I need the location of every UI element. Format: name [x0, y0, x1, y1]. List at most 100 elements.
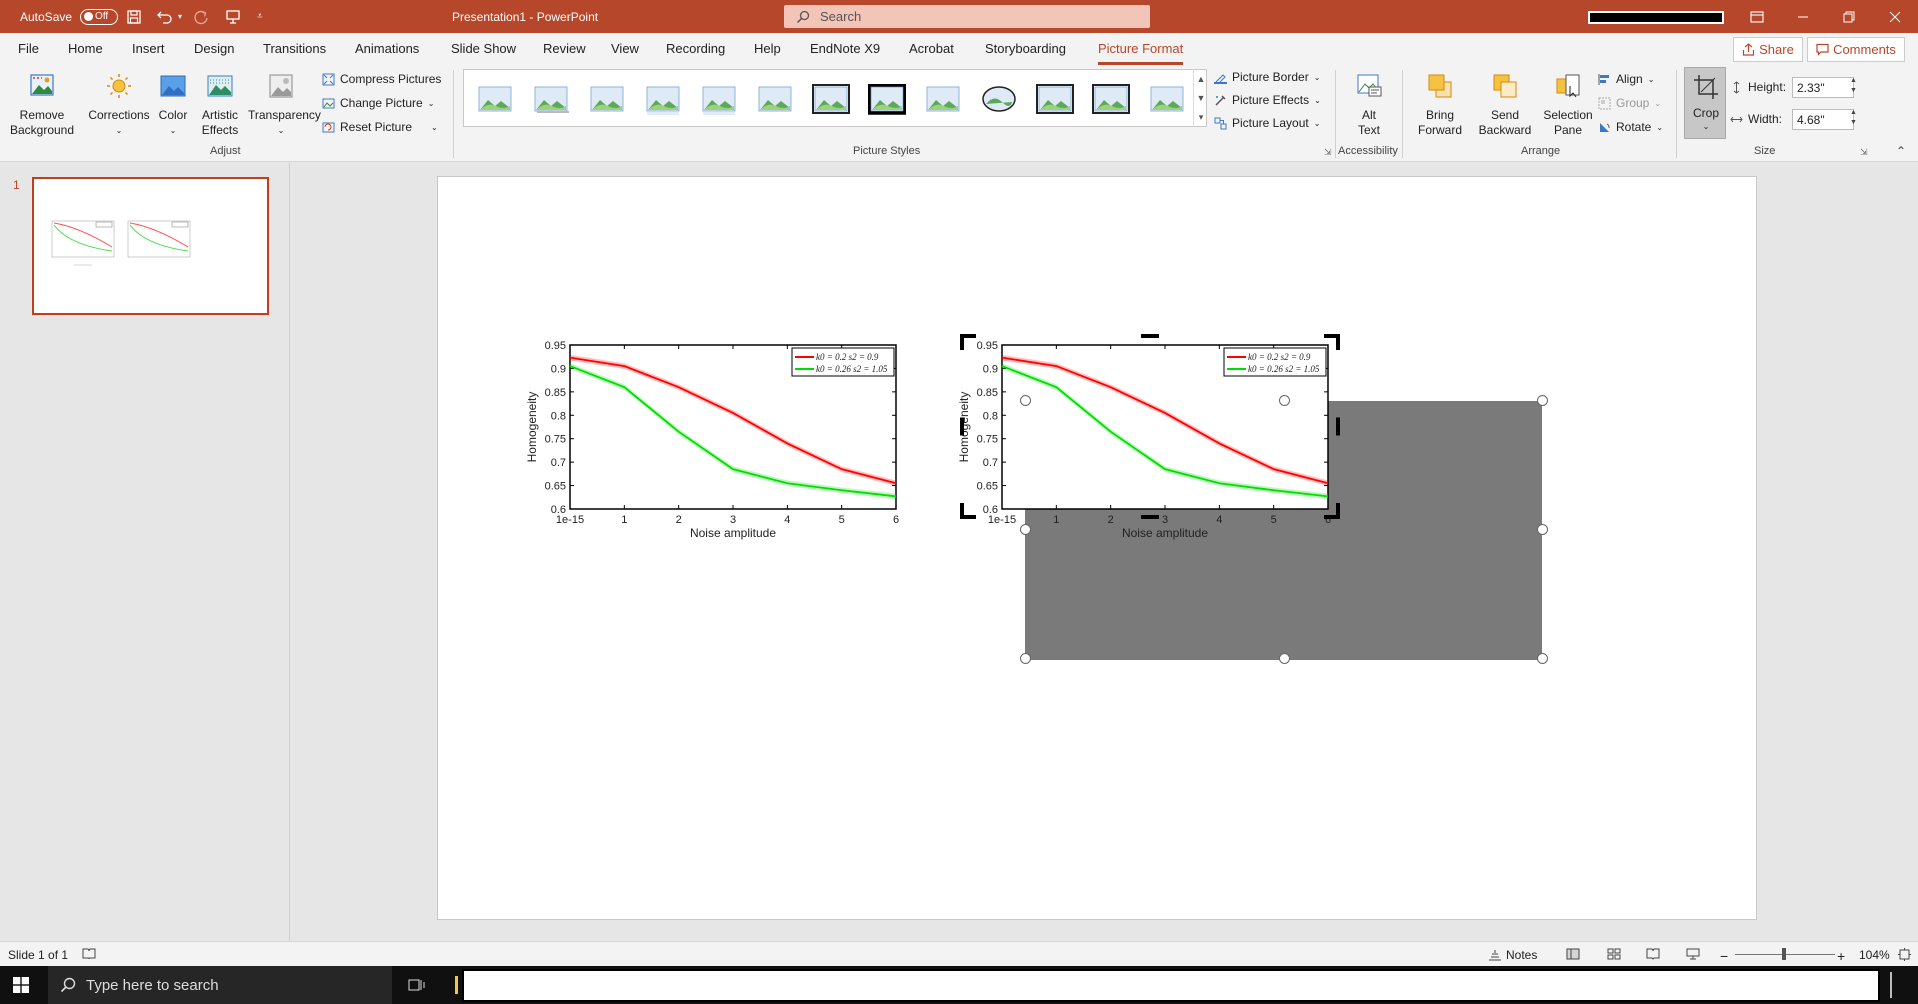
picture-style-option[interactable]: [868, 84, 906, 116]
alt-text-button[interactable]: Alt Text: [1348, 72, 1390, 138]
picture-style-option[interactable]: [476, 84, 514, 116]
restore-icon[interactable]: [1826, 0, 1872, 33]
autosave-toggle[interactable]: Off: [80, 8, 119, 25]
transparency-button[interactable]: Transparency ⌄: [248, 72, 321, 138]
slide-canvas[interactable]: 0.95 0.9 0.85 0.8 0.75 0.7 0.65 0.6 1e-15 1 2 3 4 5 6 N…: [437, 176, 1757, 920]
send-backward-button[interactable]: Send Backward: [1474, 72, 1536, 138]
tab-home[interactable]: Home: [68, 41, 103, 56]
dialog-launcher-icon[interactable]: ⇲: [1324, 147, 1332, 158]
tab-view[interactable]: View: [611, 41, 639, 56]
tab-file[interactable]: File: [18, 41, 39, 56]
picture-style-option[interactable]: [1148, 84, 1186, 116]
picture-layout-button[interactable]: Picture Layout ⌄: [1214, 116, 1320, 130]
tab-acrobat[interactable]: Acrobat: [909, 41, 954, 56]
share-button[interactable]: Share: [1733, 37, 1803, 62]
ribbon-display-options-icon[interactable]: [1734, 0, 1780, 33]
resize-handle[interactable]: [1537, 524, 1548, 535]
resize-handle[interactable]: [1020, 395, 1031, 406]
size-dialog-launcher-icon[interactable]: ⇲: [1860, 147, 1868, 158]
close-icon[interactable]: [1872, 0, 1918, 33]
resize-handle[interactable]: [1537, 653, 1548, 664]
zoom-level[interactable]: 104%: [1859, 948, 1890, 962]
selection-pane-button[interactable]: Selection Pane: [1540, 72, 1596, 138]
picture-style-option[interactable]: [588, 84, 626, 116]
fit-slide-icon[interactable]: [1898, 948, 1911, 961]
tab-slide-show[interactable]: Slide Show: [451, 41, 516, 56]
resize-handle[interactable]: [1020, 653, 1031, 664]
corrections-button[interactable]: Corrections ⌄: [86, 72, 152, 138]
slide-thumbnail[interactable]: [32, 177, 269, 315]
rotate-button[interactable]: Rotate ⌄: [1598, 120, 1663, 134]
comments-button[interactable]: Comments: [1807, 37, 1905, 62]
resize-handle[interactable]: [1279, 395, 1290, 406]
accessibility-check-icon[interactable]: [82, 948, 96, 960]
zoom-out-button[interactable]: −: [1720, 948, 1728, 964]
save-icon[interactable]: [126, 0, 142, 33]
normal-view-icon[interactable]: [1566, 948, 1580, 960]
gallery-up-icon[interactable]: ▲: [1197, 74, 1206, 84]
picture-style-option[interactable]: [644, 84, 682, 116]
tab-help[interactable]: Help: [754, 41, 781, 56]
zoom-in-button[interactable]: +: [1837, 948, 1845, 964]
zoom-slider-thumb[interactable]: [1782, 948, 1786, 960]
notes-button[interactable]: Notes: [1488, 948, 1537, 962]
bring-forward-button[interactable]: Bring Forward: [1410, 72, 1470, 138]
picture-style-option[interactable]: [700, 84, 738, 116]
tab-picture-format[interactable]: Picture Format: [1098, 41, 1184, 65]
picture-effects-button[interactable]: Picture Effects ⌄: [1214, 93, 1321, 107]
collapse-ribbon-icon[interactable]: ⌃: [1896, 144, 1906, 158]
show-desktop-button[interactable]: [1890, 972, 1892, 998]
picture-border-button[interactable]: Picture Border ⌄: [1214, 70, 1320, 84]
picture-style-option[interactable]: [980, 84, 1018, 116]
color-button[interactable]: Color ⌄: [156, 72, 190, 138]
resize-handle[interactable]: [1020, 524, 1031, 535]
resize-handle[interactable]: [1537, 395, 1548, 406]
undo-dropdown-icon[interactable]: ▾: [178, 0, 182, 33]
tab-recording[interactable]: Recording: [666, 41, 725, 56]
width-spinner[interactable]: ▲ ▼: [1850, 108, 1857, 128]
picture-style-option[interactable]: [756, 84, 794, 116]
windows-start-icon[interactable]: [13, 977, 29, 996]
legend-label: k0 = 0.2 s2 = 0.9: [816, 352, 879, 362]
taskbar-search-box[interactable]: Type here to search: [48, 966, 392, 1004]
gallery-down-icon[interactable]: ▼: [1197, 93, 1206, 103]
picture-styles-gallery[interactable]: [463, 69, 1207, 127]
tab-design[interactable]: Design: [194, 41, 234, 56]
reset-picture-button[interactable]: Reset Picture ⌄: [322, 120, 438, 134]
resize-handle[interactable]: [1279, 653, 1290, 664]
tab-endnote[interactable]: EndNote X9: [810, 41, 880, 56]
tab-storyboarding[interactable]: Storyboarding: [985, 41, 1066, 56]
compress-pictures-button[interactable]: Compress Pictures: [322, 72, 441, 86]
redo-icon[interactable]: [193, 0, 209, 33]
picture-style-option[interactable]: [924, 84, 962, 116]
picture-style-option[interactable]: [532, 84, 570, 116]
reading-view-icon[interactable]: [1646, 948, 1660, 960]
tab-animations[interactable]: Animations: [355, 41, 419, 56]
remove-background-button[interactable]: Remove Background: [7, 72, 77, 138]
tab-transitions[interactable]: Transitions: [263, 41, 326, 56]
y-tick-label: 0.75: [977, 434, 998, 446]
picture-style-option[interactable]: [1036, 84, 1074, 116]
slideshow-view-icon[interactable]: [1686, 948, 1700, 960]
undo-icon[interactable]: [156, 0, 174, 33]
width-input[interactable]: 4.68": [1792, 109, 1854, 130]
minimize-icon[interactable]: [1780, 0, 1826, 33]
align-button[interactable]: Align ⌄: [1598, 72, 1654, 86]
tab-insert[interactable]: Insert: [132, 41, 165, 56]
artistic-effects-button[interactable]: Artistic Effects: [194, 72, 246, 138]
customize-toolbar-icon[interactable]: ⩡: [257, 0, 263, 33]
height-input[interactable]: 2.33": [1792, 77, 1854, 98]
picture-style-option[interactable]: [812, 84, 850, 116]
picture-style-option[interactable]: [1092, 84, 1130, 116]
task-view-icon[interactable]: [408, 977, 426, 996]
group-button[interactable]: Group ⌄: [1598, 96, 1661, 110]
height-spinner[interactable]: ▲ ▼: [1850, 76, 1857, 96]
crop-button[interactable]: Crop ⌄: [1684, 67, 1726, 139]
autosave-control[interactable]: AutoSave Off: [20, 0, 119, 33]
search-box[interactable]: Search: [784, 5, 1150, 28]
change-picture-button[interactable]: Change Picture ⌄: [322, 96, 434, 110]
slide-sorter-icon[interactable]: [1607, 948, 1621, 960]
gallery-more-icon[interactable]: ▾: [1199, 112, 1204, 123]
present-from-beginning-icon[interactable]: [225, 0, 241, 33]
tab-review[interactable]: Review: [543, 41, 586, 56]
